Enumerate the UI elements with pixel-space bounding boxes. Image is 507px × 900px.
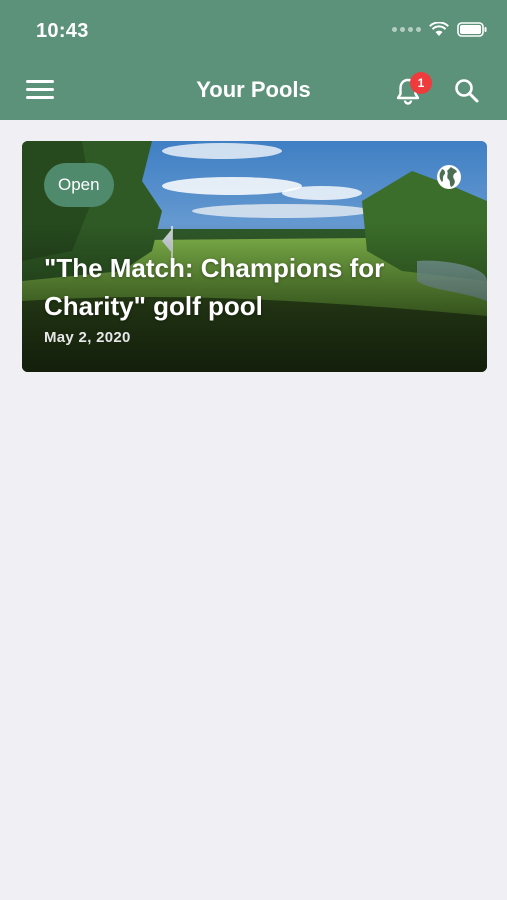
search-button[interactable] [453, 77, 481, 105]
status-time: 10:43 [36, 20, 89, 42]
status-icons [392, 22, 487, 37]
notification-badge: 1 [410, 72, 432, 94]
battery-icon [457, 22, 487, 37]
wifi-icon [429, 22, 449, 37]
nav-bar: Your Pools [0, 62, 507, 120]
pool-card[interactable]: Open "The Match: Champions for Charity" … [22, 141, 487, 372]
pool-title: "The Match: Champions for Charity" golf … [44, 253, 385, 321]
status-bar: 10:43 [0, 0, 507, 62]
status-badge: Open [44, 163, 114, 207]
cellular-signal-icon [392, 27, 421, 32]
pool-date: May 2, 2020 [44, 329, 131, 346]
search-icon [455, 79, 479, 103]
globe-icon [435, 163, 463, 191]
